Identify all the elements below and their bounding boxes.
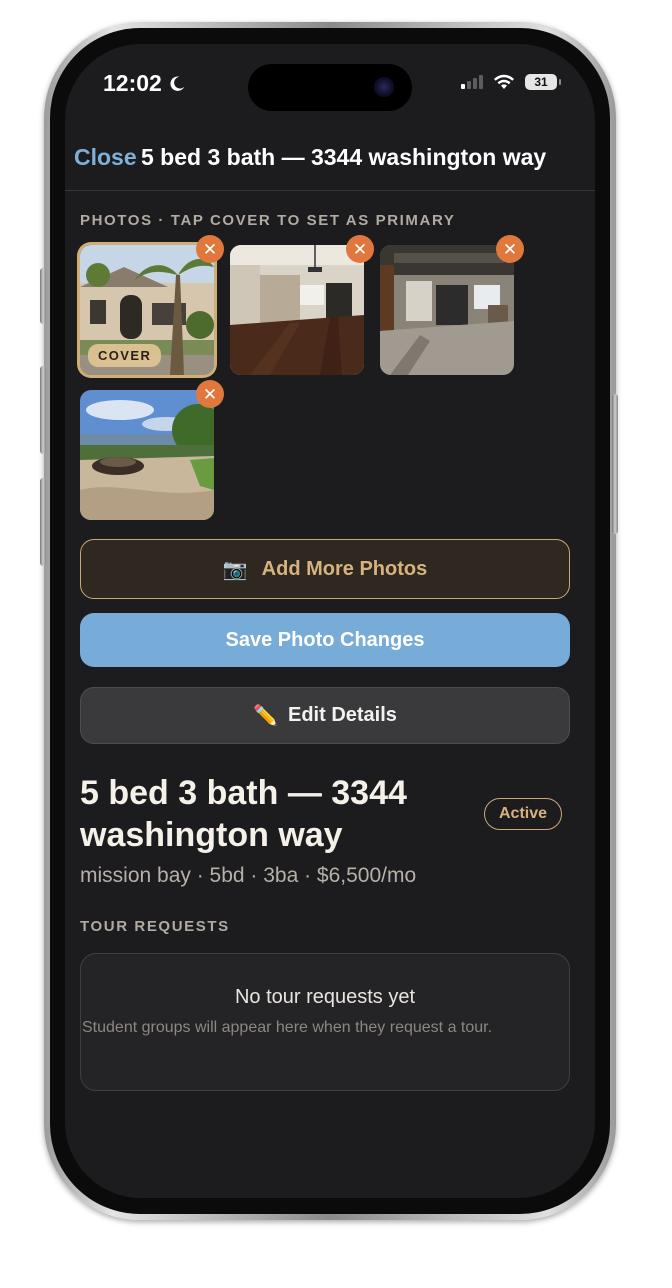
status-icons: 31: [461, 74, 561, 90]
battery-icon: 31: [525, 74, 561, 90]
listing-title: 5 bed 3 bath — 3344 washington way: [80, 774, 407, 854]
edit-details-label: Edit Details: [287, 704, 397, 726]
photo-tile-2[interactable]: ✕: [230, 235, 374, 375]
nav-title: 5 bed 3 bath — 3344 washington way: [141, 144, 547, 170]
listing-subtitle: mission bay · 5bd · 3ba · $6,500/mo: [80, 864, 417, 887]
remove-photo-2-button[interactable]: ✕: [346, 235, 374, 263]
photo-tile-3[interactable]: ✕: [380, 235, 524, 375]
volume-down-button: [40, 478, 46, 566]
close-icon: ✕: [502, 239, 518, 259]
close-icon: ✕: [352, 239, 368, 259]
moon-icon: [170, 76, 185, 91]
empty-state-title: No tour requests yet: [234, 986, 416, 1008]
app-screen: 12:02 31 Close 5 bed 3 bath — 3344 washi…: [65, 44, 595, 1198]
garage-photo: [380, 245, 514, 375]
remove-photo-1-button[interactable]: ✕: [196, 235, 224, 263]
photos-section-label: Photos · Tap cover to set as primary: [80, 212, 456, 229]
front-camera: [374, 77, 394, 97]
clock-text: 12:02: [103, 70, 162, 96]
photo-tile-4[interactable]: ✕: [80, 380, 224, 520]
patio-photo: [80, 390, 214, 520]
cellular-signal-icon: [461, 75, 483, 89]
photo-tile-1[interactable]: COVER ✕: [80, 235, 224, 375]
living-room-photo: [230, 245, 364, 375]
status-time: 12:02: [103, 70, 186, 97]
edit-details-button[interactable]: ✏️ Edit Details: [80, 687, 570, 744]
close-icon: ✕: [202, 239, 218, 259]
battery-level: 31: [534, 75, 548, 89]
tour-requests-section-label: Tour Requests: [80, 918, 230, 935]
wifi-icon: [494, 74, 514, 89]
dynamic-island: [248, 64, 412, 111]
add-more-photos-button[interactable]: 📷 Add More Photos: [80, 539, 570, 599]
tour-requests-empty-state: No tour requests yet Student groups will…: [80, 953, 570, 1091]
remove-photo-3-button[interactable]: ✕: [496, 235, 524, 263]
status-badge: Active: [484, 798, 563, 830]
status-bar: 12:02 31: [65, 44, 595, 124]
volume-up-button: [40, 366, 46, 454]
navigation-bar: Close 5 bed 3 bath — 3344 washington way: [65, 130, 595, 191]
save-photo-changes-button[interactable]: Save Photo Changes: [80, 613, 570, 667]
cover-badge: COVER: [88, 344, 162, 367]
close-button[interactable]: Close: [74, 144, 137, 171]
close-icon: ✕: [202, 384, 218, 404]
empty-state-description: Student groups will appear here when the…: [82, 1019, 493, 1036]
pencil-icon: ✏️: [253, 705, 278, 727]
camera-icon: 📷: [222, 558, 248, 581]
action-button: [40, 268, 46, 324]
power-button: [612, 394, 618, 534]
remove-photo-4-button[interactable]: ✕: [196, 380, 224, 408]
add-more-photos-label: Add More Photos: [261, 557, 428, 580]
